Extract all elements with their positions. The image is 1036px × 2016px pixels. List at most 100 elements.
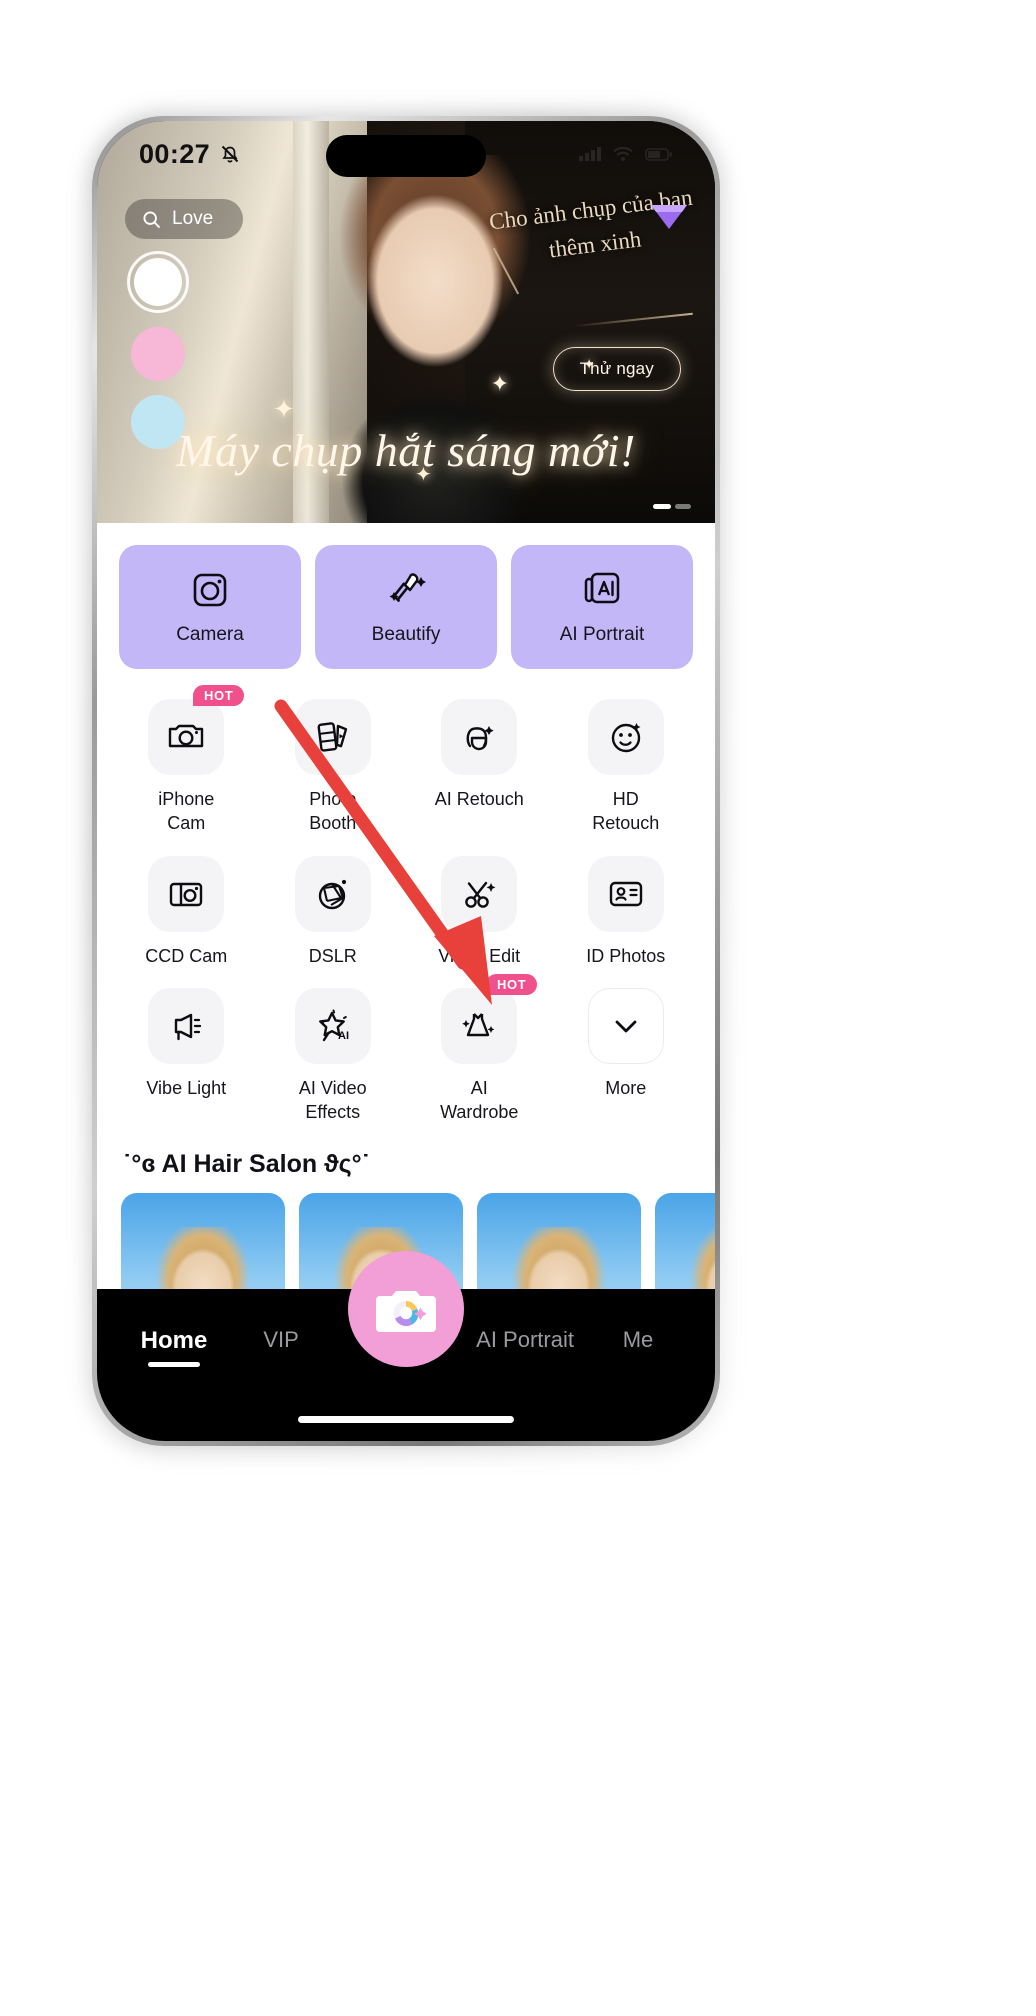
tool-icon-wrap: AI xyxy=(294,987,371,1064)
tool-icon-wrap xyxy=(294,699,371,775)
tool-icon-wrap xyxy=(587,855,664,932)
tool-icon-wrap xyxy=(294,855,371,932)
tool-id-photos[interactable]: ID Photos xyxy=(553,840,700,968)
tab-home[interactable]: Home xyxy=(131,1327,217,1355)
sparkle-icon: ✦ xyxy=(273,394,295,424)
color-dot-list[interactable] xyxy=(127,251,189,463)
camera-shutter-icon xyxy=(376,1291,436,1332)
dynamic-island xyxy=(326,135,486,177)
tool-ccd-cam[interactable]: CCD Cam xyxy=(113,840,260,968)
tool-label: iPhone Cam xyxy=(158,787,214,836)
hero-cta-button[interactable]: Thử ngay xyxy=(552,347,681,391)
tool-vibe-light[interactable]: Vibe Light xyxy=(113,972,260,1125)
search-input-value: Love xyxy=(172,208,214,229)
magic-brush-icon xyxy=(389,573,426,602)
tool-icon-wrap xyxy=(148,855,225,932)
aperture-icon xyxy=(318,879,346,909)
pager-dot-active[interactable] xyxy=(653,504,671,509)
tool-grid: HOT iPhone Cam Photo Booth AI Retouch HD… xyxy=(97,669,715,1124)
tool-label: DSLR xyxy=(308,945,357,966)
pager-dot[interactable] xyxy=(675,504,691,509)
quick-action-ai-portrait[interactable]: AI Portrait xyxy=(511,545,693,669)
search-input[interactable]: Love xyxy=(125,199,244,239)
tool-label-line2: Booth xyxy=(309,813,357,834)
quick-action-camera[interactable]: Camera xyxy=(119,545,301,669)
tool-label-line2: Retouch xyxy=(592,813,660,834)
wifi-icon xyxy=(613,146,633,161)
color-dot-pink[interactable] xyxy=(131,327,185,381)
dslr-camera-icon xyxy=(169,724,204,748)
tool-video-edit[interactable]: Video Edit xyxy=(406,840,553,968)
tab-vip[interactable]: VIP xyxy=(238,1327,324,1353)
carousel-pager[interactable] xyxy=(653,504,691,509)
tool-label-line1: iPhone xyxy=(158,789,215,809)
sparkle-icon: ✦ xyxy=(490,371,509,396)
tool-icon-wrap xyxy=(441,855,518,932)
ai-portrait-icon xyxy=(584,572,620,604)
phone-screen: Cho ảnh chụp của bạn thêm xinh Thử ngay … xyxy=(97,121,715,1441)
tool-label-line1: AI Video xyxy=(298,1077,367,1098)
color-dot-white-selected[interactable] xyxy=(127,251,189,313)
chevron-down-icon xyxy=(615,1020,637,1033)
tool-more[interactable]: More xyxy=(553,972,700,1125)
color-dot-blue[interactable] xyxy=(131,395,185,449)
quick-action-row: Camera Beautify AI Portrait xyxy=(97,523,715,669)
quick-action-label: Beautify xyxy=(371,624,441,645)
tool-label: Vibe Light xyxy=(146,1077,227,1098)
tool-label-line1: Photo xyxy=(309,789,357,809)
tool-icon-wrap xyxy=(441,699,518,775)
tool-label: ID Photos xyxy=(586,945,666,966)
ai-star-wand-icon: AI xyxy=(318,1009,349,1042)
tool-label-line2: Cam xyxy=(167,813,206,834)
tool-label-line2: Effects xyxy=(305,1102,361,1123)
tool-label-line2: Wardrobe xyxy=(440,1102,519,1123)
tab-ai-portrait[interactable]: AI Portrait xyxy=(476,1327,574,1353)
search-icon xyxy=(143,210,160,228)
tool-icon-wrap xyxy=(587,699,664,775)
quick-action-label: Camera xyxy=(176,624,244,645)
studio-light-icon xyxy=(175,1013,202,1041)
tool-label: AI Retouch xyxy=(434,789,524,809)
diamond-vip-icon[interactable] xyxy=(647,197,691,238)
section-title-hair-salon: ˙°ɞ AI Hair Salon ϑς°˙ xyxy=(123,1150,370,1179)
dress-icon xyxy=(462,1013,495,1037)
tool-iphone-cam[interactable]: HOT iPhone Cam xyxy=(113,683,260,836)
tool-label-line1: AI xyxy=(470,1077,488,1098)
tool-hd-retouch[interactable]: HD Retouch xyxy=(553,683,700,836)
smiley-face-icon xyxy=(611,723,641,753)
quick-action-beautify[interactable]: Beautify xyxy=(315,545,497,669)
shutter-button[interactable] xyxy=(348,1251,464,1367)
tool-icon-wrap xyxy=(587,987,664,1064)
tool-ai-video-effects[interactable]: AI AI Video Effects xyxy=(260,972,407,1125)
status-time-group: 00:27 xyxy=(139,139,242,170)
ccd-camera-icon xyxy=(170,882,203,906)
tool-label: Photo Booth xyxy=(309,787,356,836)
sparkle-icon: ✦ xyxy=(583,356,595,372)
tool-label: Video Edit xyxy=(438,945,521,966)
tool-icon-wrap xyxy=(148,987,225,1064)
battery-icon xyxy=(645,148,672,161)
camera-icon xyxy=(193,573,227,607)
scissors-icon xyxy=(465,881,496,908)
ai-retouch-face-icon xyxy=(466,726,494,751)
bell-off-icon xyxy=(221,145,239,163)
svg-text:AI: AI xyxy=(338,1030,349,1042)
hot-badge: HOT xyxy=(193,685,245,706)
hero-banner[interactable]: Cho ảnh chụp của bạn thêm xinh Thử ngay … xyxy=(97,121,715,523)
tool-label: AI Wardrobe xyxy=(440,1076,518,1125)
tool-photo-booth[interactable]: Photo Booth xyxy=(260,683,407,836)
screenshot-root: Cho ảnh chụp của bạn thêm xinh Thử ngay … xyxy=(0,0,1036,2016)
tool-label: More xyxy=(605,1077,647,1098)
tool-label-line1: HD xyxy=(612,789,639,809)
tool-ai-retouch[interactable]: AI Retouch xyxy=(406,683,553,836)
status-icons xyxy=(579,146,673,162)
status-time: 00:27 xyxy=(139,138,211,169)
home-indicator xyxy=(298,1416,514,1423)
tab-me[interactable]: Me xyxy=(595,1327,681,1353)
tool-ai-wardrobe[interactable]: HOT AI Wardrobe xyxy=(406,972,553,1125)
cellular-signal-icon xyxy=(579,147,601,161)
tool-dslr[interactable]: DSLR xyxy=(260,840,407,968)
tool-label: AI Video Effects xyxy=(299,1076,367,1125)
tool-icon-wrap: HOT xyxy=(441,973,538,1064)
id-card-icon xyxy=(609,881,642,906)
